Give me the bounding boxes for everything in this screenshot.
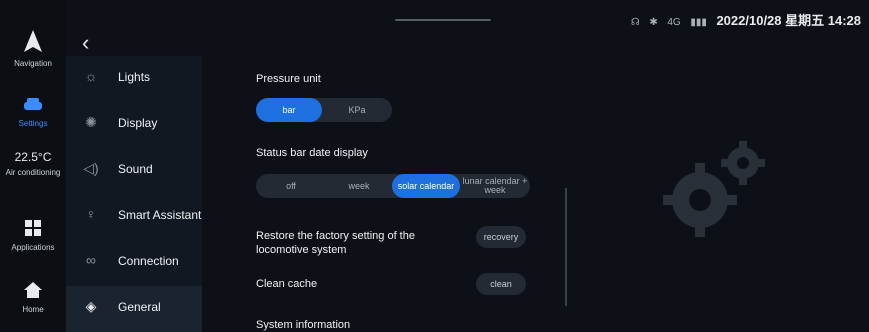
menu-item-general[interactable]: ◈ General [66,286,202,332]
option-week[interactable]: week [326,174,392,198]
home-icon [24,282,42,298]
menu-item-label: Sound [118,162,153,176]
sun-icon: ☼ [84,68,98,84]
menu-item-lights[interactable]: ☼ Lights [66,56,202,102]
menu-item-sound[interactable]: ◁) Sound [66,148,202,194]
gear-icon [663,141,765,237]
link-icon: ∞ [86,252,96,268]
dock-applications-label: Applications [11,243,55,252]
bluetooth-icon: ✱ [649,17,658,28]
back-button[interactable]: ‹ [82,30,89,56]
option-bar[interactable]: bar [256,98,322,122]
menu-item-connection[interactable]: ∞ Connection [66,240,202,286]
menu-item-display[interactable]: ✺ Display [66,102,202,148]
location-icon: ☊ [630,17,640,28]
drag-handle[interactable] [395,19,491,21]
navigation-arrow-icon [24,30,42,52]
system-information-label[interactable]: System information [256,319,350,331]
settings-menu: ☼ Lights ✺ Display ◁) Sound ♀ Smart Assi… [66,56,202,332]
microphone-icon: ♀ [85,206,97,222]
car-icon [24,98,42,110]
menu-item-label: Smart Assistant [118,208,202,222]
option-solar-calendar[interactable]: solar calendar [392,174,460,198]
dock-navigation[interactable]: Navigation [0,30,66,68]
dock-settings-label: Settings [18,119,48,128]
restore-factory-label: Restore the factory setting of the locom… [256,230,415,256]
menu-item-label: Connection [118,254,179,268]
dock-applications[interactable]: Applications [0,220,66,252]
menu-item-label: Display [118,116,158,130]
speaker-icon: ◁) [83,160,99,176]
brightness-icon: ✺ [85,114,97,130]
dock-settings[interactable]: Settings [0,98,66,128]
network-indicator: 4G [667,17,681,28]
status-bar-date-label: Status bar date display [256,147,368,159]
clean-button[interactable]: clean [476,273,526,295]
menu-item-smart-assistant[interactable]: ♀ Smart Assistant [66,194,202,240]
general-settings-panel: Pressure unit bar KPa Status bar date di… [202,56,572,331]
menu-item-label: General [118,300,161,314]
chevron-left-icon: ‹ [82,30,90,55]
dock-air-conditioning[interactable]: 22.5°C Air conditioning [0,148,66,177]
grid-icon [25,220,41,236]
dock-navigation-label: Navigation [14,59,52,68]
temperature-value: 22.5°C [14,150,52,164]
recovery-button[interactable]: recovery [476,226,526,248]
pressure-unit-label: Pressure unit [256,73,321,85]
menu-item-label: Lights [118,70,151,84]
signal-icon: ▮▮▮ [690,17,707,28]
layers-icon: ◈ [85,298,97,314]
dock-home-label: Home [22,305,44,314]
dock-air-conditioning-label: Air conditioning [5,168,61,177]
dock-home[interactable]: Home [0,282,66,314]
app-dock: Navigation Settings 22.5°C Air condition… [0,0,66,331]
clean-cache-label: Clean cache [256,278,318,290]
option-off[interactable]: off [256,174,326,198]
option-kpa[interactable]: KPa [322,98,392,122]
date-time: 2022/10/28 星期五 14:28 [716,13,861,28]
date-display-selector: off week solar calendar lunar calendar +… [256,174,530,198]
option-lunar-calendar-week[interactable]: lunar calendar + week [460,174,530,198]
scrollbar[interactable] [565,188,567,306]
pressure-unit-selector: bar KPa [256,98,392,122]
status-bar: ☊ ✱ 4G ▮▮▮ 2022/10/28 星期五 14:28 [631,10,861,29]
